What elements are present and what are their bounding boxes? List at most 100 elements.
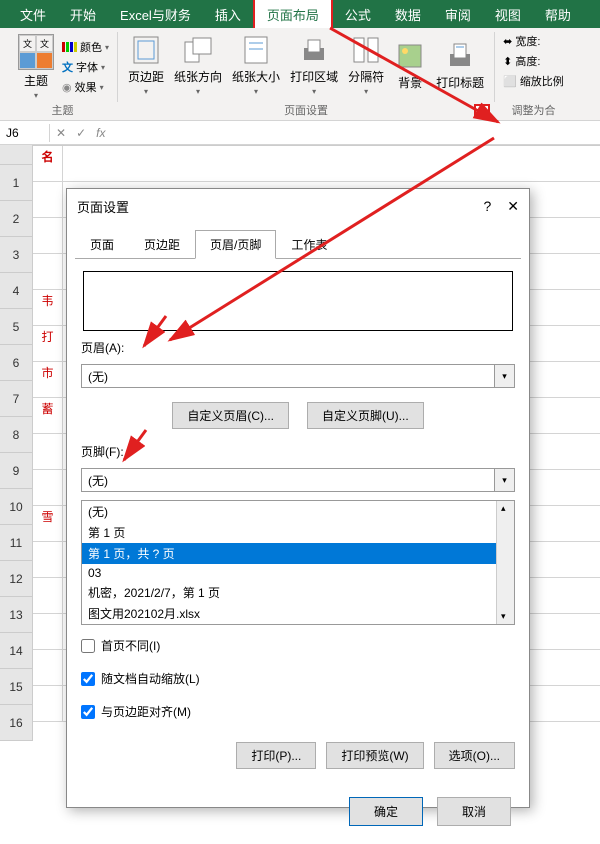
row-header[interactable]: 8 [0,417,32,453]
orientation-button[interactable]: 纸张方向▾ [170,32,226,98]
dialog-titlebar: 页面设置 ? ✕ [67,189,529,224]
page-setup-dialog: 页面设置 ? ✕ 页面 页边距 页眉/页脚 工作表 页眉(A): (无) ▾ 自… [66,188,530,808]
cell[interactable] [33,614,63,649]
tab-header-footer[interactable]: 页眉/页脚 [195,230,276,259]
size-button[interactable]: 纸张大小▾ [228,32,284,98]
menu-view[interactable]: 视图 [483,0,533,29]
chk-first-different[interactable] [81,639,95,653]
print-area-icon [298,34,330,66]
cell[interactable]: 韦 [33,290,63,325]
cell[interactable]: 蓄 [33,398,63,433]
height-row[interactable]: ⬍高度: [501,52,566,70]
chk-align-margins[interactable] [81,705,95,719]
ok-button[interactable]: 确定 [349,797,423,826]
footer-options-listbox[interactable]: (无) 第 1 页 第 1 页，共 ? 页 03 机密，2021/2/7，第 1… [81,500,515,625]
row-header[interactable]: 10 [0,489,32,525]
tab-margins[interactable]: 页边距 [129,230,195,259]
themes-label: 主题 [24,72,48,89]
row-header[interactable]: 12 [0,561,32,597]
cell[interactable] [33,182,63,217]
width-row[interactable]: ⬌宽度: [501,32,566,50]
row-header[interactable]: 3 [0,237,32,273]
chevron-down-icon[interactable]: ▾ [494,365,514,387]
row-header[interactable]: 11 [0,525,32,561]
row-header[interactable]: 14 [0,633,32,669]
row-header[interactable]: 2 [0,201,32,237]
row-header[interactable]: 13 [0,597,32,633]
custom-header-button[interactable]: 自定义页眉(C)... [172,402,289,429]
menu-help[interactable]: 帮助 [533,0,583,29]
cell[interactable] [33,470,63,505]
menu-excel-finance[interactable]: Excel与财务 [108,0,203,29]
fx-cancel-icon[interactable]: ✕ [56,126,66,140]
cell[interactable] [33,542,63,577]
menu-page-layout[interactable]: 页面布局 [253,0,333,31]
group-label-themes: 主题 [52,102,74,118]
chk-scale-with-doc[interactable] [81,672,95,686]
background-icon [394,40,426,72]
cell[interactable] [33,434,63,469]
themes-button[interactable]: 文文 主题 ▾ [14,32,58,102]
cell[interactable]: 打 [33,326,63,361]
row-header[interactable]: 4 [0,273,32,309]
chevron-down-icon[interactable]: ▾ [494,469,514,491]
footer-combo[interactable]: (无) ▾ [81,468,515,492]
group-label-scale: 调整为合 [511,102,555,118]
list-item[interactable]: (无) [82,501,496,522]
close-icon[interactable]: ✕ [507,198,519,215]
cell[interactable] [33,686,63,721]
row-header[interactable]: 1 [0,165,32,201]
help-icon[interactable]: ? [483,198,491,215]
cell[interactable] [33,650,63,685]
breaks-icon [350,34,382,66]
row-header[interactable]: 7 [0,381,32,417]
print-button[interactable]: 打印(P)... [236,742,316,769]
cell[interactable]: 雪 [33,506,63,541]
options-button[interactable]: 选项(O)... [434,742,515,769]
scrollbar[interactable] [496,501,514,624]
menu-insert[interactable]: 插入 [203,0,253,29]
name-box[interactable]: J6 [0,124,50,142]
cell[interactable] [33,578,63,613]
fonts-button[interactable]: 文字体▾ [60,58,111,76]
menu-data[interactable]: 数据 [383,0,433,29]
list-item[interactable]: 第 1 页 [82,522,496,543]
list-item[interactable]: 第 1 页，共 ? 页 [82,543,496,564]
list-item[interactable]: 机密，2021/2/7，第 1 页 [82,582,496,603]
fx-accept-icon[interactable]: ✓ [76,126,86,140]
tab-page[interactable]: 页面 [75,230,129,259]
select-all-corner[interactable] [0,145,32,165]
margins-button[interactable]: 页边距▾ [124,32,168,98]
colors-button[interactable]: 颜色▾ [60,38,111,56]
scale-row[interactable]: ⬜缩放比例 [501,72,566,90]
menu-formulas[interactable]: 公式 [333,0,383,29]
effects-button[interactable]: ◉效果▾ [60,78,111,96]
formula-bar-row: J6 ✕ ✓ fx [0,121,600,145]
menu-home[interactable]: 开始 [58,0,108,29]
row-header[interactable]: 15 [0,669,32,705]
cancel-button[interactable]: 取消 [437,797,511,826]
fx-icon[interactable]: fx [96,126,105,140]
print-titles-button[interactable]: 打印标题 [432,38,488,93]
print-area-button[interactable]: 打印区域▾ [286,32,342,98]
row-header[interactable]: 5 [0,309,32,345]
cell[interactable]: 市 [33,362,63,397]
page-setup-launcher[interactable]: ↘ [474,104,490,118]
list-item[interactable]: 03 [82,564,496,582]
breaks-button[interactable]: 分隔符▾ [344,32,388,98]
list-item[interactable]: 图文用202102月.xlsx [82,603,496,624]
custom-footer-button[interactable]: 自定义页脚(U)... [307,402,424,429]
menu-file[interactable]: 文件 [8,0,58,29]
row-header[interactable]: 16 [0,705,32,741]
cell[interactable] [33,218,63,253]
cell[interactable]: 名 [33,146,63,181]
tab-sheet[interactable]: 工作表 [276,230,342,259]
print-preview-button[interactable]: 打印预览(W) [326,742,423,769]
row-header[interactable]: 6 [0,345,32,381]
background-button[interactable]: 背景 [390,38,430,93]
row-header[interactable]: 9 [0,453,32,489]
row-headers: 1 2 3 4 5 6 7 8 9 10 11 12 13 14 15 16 [0,145,33,741]
menu-review[interactable]: 审阅 [433,0,483,29]
header-combo[interactable]: (无) ▾ [81,364,515,388]
cell[interactable] [33,254,63,289]
